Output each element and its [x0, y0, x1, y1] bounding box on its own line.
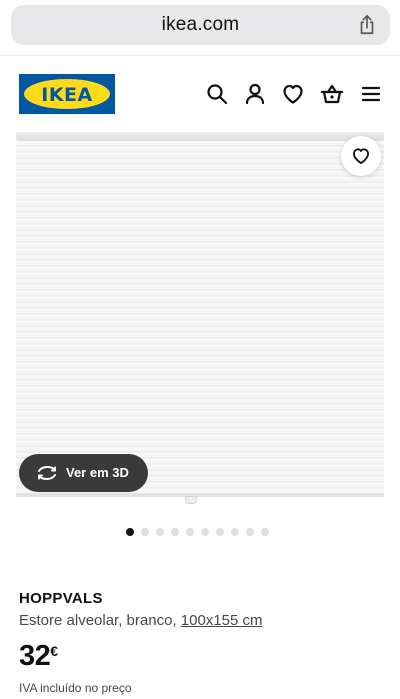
search-icon[interactable]: [205, 82, 229, 106]
browser-toolbar: ikea.com: [0, 0, 400, 56]
vat-note: IVA incluído no preço: [19, 681, 132, 695]
pagination-dot[interactable]: [171, 528, 179, 536]
pagination-dot[interactable]: [246, 528, 254, 536]
product-image[interactable]: [16, 141, 384, 496]
menu-icon[interactable]: [359, 82, 383, 106]
logo-text: IKEA: [41, 84, 93, 106]
heart-icon: [353, 148, 369, 164]
price-currency: €: [50, 643, 59, 659]
account-icon[interactable]: [243, 82, 267, 106]
price-integer: 32: [19, 640, 51, 672]
product-size-link[interactable]: 100x155 cm: [181, 612, 263, 629]
product-price: 32€: [19, 640, 58, 673]
pagination-dot[interactable]: [261, 528, 269, 536]
basket-icon[interactable]: [320, 82, 344, 106]
view-in-3d-label: Ver em 3D: [66, 465, 129, 480]
add-to-favourites-button[interactable]: [341, 136, 381, 176]
blind-headrail: [16, 132, 384, 141]
pagination-dot[interactable]: [141, 528, 149, 536]
rotate-3d-icon: [38, 466, 56, 480]
url-text[interactable]: ikea.com: [11, 14, 390, 36]
product-gallery[interactable]: Ver em 3D: [0, 130, 400, 515]
site-header: IKEA: [0, 57, 400, 132]
gallery-pagination: [126, 528, 269, 538]
pagination-dot[interactable]: [156, 528, 164, 536]
pagination-dot[interactable]: [216, 528, 224, 536]
pagination-dot[interactable]: [201, 528, 209, 536]
blind-handle: [185, 496, 197, 504]
ikea-logo[interactable]: IKEA: [19, 74, 115, 114]
address-bar[interactable]: ikea.com: [11, 5, 390, 45]
pagination-dot[interactable]: [231, 528, 239, 536]
heart-icon[interactable]: [281, 82, 305, 106]
product-description-text: Estore alveolar, branco,: [19, 612, 181, 629]
share-icon[interactable]: [356, 14, 378, 36]
product-name: HOPPVALS: [19, 590, 103, 607]
pagination-dot[interactable]: [186, 528, 194, 536]
view-in-3d-button[interactable]: Ver em 3D: [19, 454, 148, 492]
blind-bottom-rail: [16, 493, 384, 497]
logo-oval: IKEA: [24, 79, 110, 109]
pagination-dot[interactable]: [126, 528, 134, 536]
product-description: Estore alveolar, branco, 100x155 cm: [19, 612, 262, 629]
